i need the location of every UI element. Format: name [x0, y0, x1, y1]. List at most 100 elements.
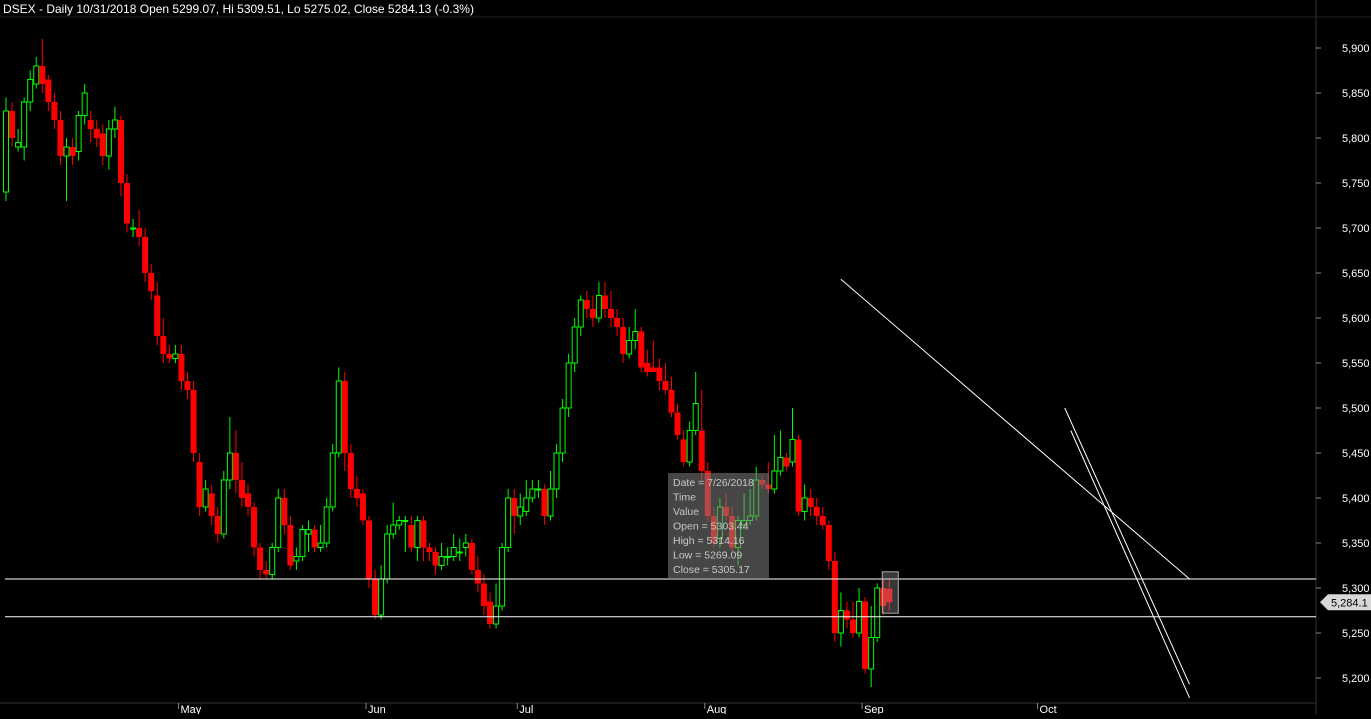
candle-body-up [686, 430, 693, 463]
x-tick-label: Aug [707, 704, 727, 714]
candle-body-up [275, 497, 282, 548]
candle-body-up [269, 547, 276, 575]
tooltip-line: Value [673, 506, 699, 518]
candle-body-up [868, 637, 875, 670]
candle-body-down [601, 295, 608, 309]
candle-body-up [111, 119, 118, 130]
candle-body-up [75, 115, 82, 152]
candle-body-up [27, 79, 34, 103]
candle-body-down [819, 516, 826, 525]
candle-body-down [426, 547, 433, 552]
candle-body-down [208, 493, 215, 516]
candle-body-down [57, 120, 64, 156]
candle-body-up [172, 353, 179, 359]
candle-body-down [583, 300, 590, 309]
x-tick-label: May [180, 704, 201, 714]
candle-body-down [9, 111, 16, 138]
candle-body-up [335, 380, 342, 454]
candle-body-up [317, 542, 324, 548]
candle-body-down [662, 381, 669, 390]
candle-body-up [220, 479, 227, 535]
candle-body-up [21, 101, 28, 148]
candle-body-down [311, 529, 318, 548]
candle-body-down [487, 601, 493, 624]
candle-body-down [359, 493, 366, 521]
candle-body-down [148, 273, 155, 291]
y-tick-label: 5,550 [1342, 358, 1370, 370]
candle-body-down [39, 66, 46, 84]
candle-body-down [650, 367, 657, 372]
candle-body-down [178, 354, 185, 381]
candle-body-down [698, 430, 705, 471]
candle-body-up [450, 547, 457, 557]
candle-body-down [408, 525, 415, 548]
y-tick-label: 5,600 [1342, 313, 1370, 325]
candle-body-up [384, 533, 391, 580]
candle-body-down [160, 336, 167, 354]
y-tick-label: 5,450 [1342, 448, 1370, 460]
candle-body-up [771, 470, 778, 490]
candle-body-up [559, 407, 566, 454]
candle-body-up [390, 524, 397, 535]
trendline[interactable] [1064, 407, 1191, 685]
candle-body-up [692, 403, 699, 431]
candle-body-down [644, 363, 651, 372]
x-tick-label: Oct [1040, 704, 1057, 714]
candle-body-down [638, 331, 645, 368]
candle-body-up [789, 439, 796, 463]
candle-body-up [202, 488, 209, 508]
candle-body-down [245, 493, 251, 507]
candle-body-down [238, 480, 245, 498]
y-tick-label: 5,800 [1342, 133, 1370, 145]
candle-body-down [232, 453, 239, 480]
candle-body-down [795, 439, 802, 512]
candle-body-up [595, 295, 602, 319]
candle-body-up [15, 142, 22, 148]
candle-body-up [105, 128, 112, 157]
candle-body-up [226, 452, 233, 481]
candle-body-down [263, 570, 270, 575]
chart: DSEX - Daily 10/31/2018 Open 5299.07, Hi… [0, 0, 1371, 716]
candle-body-down [541, 489, 548, 516]
candle-body-up [493, 605, 500, 625]
candle-body-down [813, 507, 820, 516]
candle-body-down [154, 295, 161, 336]
candle-body-up [553, 452, 560, 490]
candle-body-up [517, 506, 524, 517]
y-tick-label: 5,500 [1342, 403, 1370, 415]
candle-body-up [293, 556, 300, 562]
candle-body-down [843, 610, 850, 620]
y-tick-label: 5,350 [1342, 538, 1370, 550]
last-price-label: 5,284.1 [1331, 597, 1368, 609]
candle-body-up [456, 551, 463, 554]
candle-body-down [196, 462, 203, 507]
candle-body-down [372, 579, 379, 615]
candle-body-down [281, 498, 288, 525]
tooltip-line: Open = 5303.44 [673, 521, 749, 533]
candle-body-up [874, 587, 881, 638]
selected-candle-highlight[interactable] [881, 571, 899, 614]
candle-body-up [505, 497, 512, 548]
tooltip-line: Close = 5305.17 [673, 564, 750, 576]
candle-body-down [214, 516, 221, 534]
y-tick-label: 5,200 [1342, 673, 1370, 685]
y-tick-label: 5,650 [1342, 268, 1370, 280]
candlestick-chart[interactable]: 5,200 5,250 5,300 5,350 5,400 5,450 5,500 5,550… [0, 0, 1371, 716]
candle-body-up [414, 520, 421, 548]
candle-body-up [577, 299, 584, 328]
y-tick-label: 5,700 [1342, 223, 1370, 235]
chart-title: DSEX - Daily 10/31/2018 Open 5299.07, Hi… [3, 2, 474, 16]
candle-body-up [63, 146, 70, 157]
candle-body-up [81, 92, 88, 116]
y-tick-label: 5,750 [1342, 178, 1370, 190]
candle-body-down [614, 318, 621, 327]
candle-body-up [33, 65, 40, 85]
trendline[interactable] [840, 278, 1190, 580]
candle-body-down [190, 390, 197, 453]
candle-body-down [480, 583, 487, 606]
candle-body-down [136, 228, 143, 237]
candle-body-down [251, 507, 258, 548]
candle-body-up [438, 556, 445, 566]
candle-body-up [3, 110, 9, 193]
candle-body-up [299, 529, 306, 557]
